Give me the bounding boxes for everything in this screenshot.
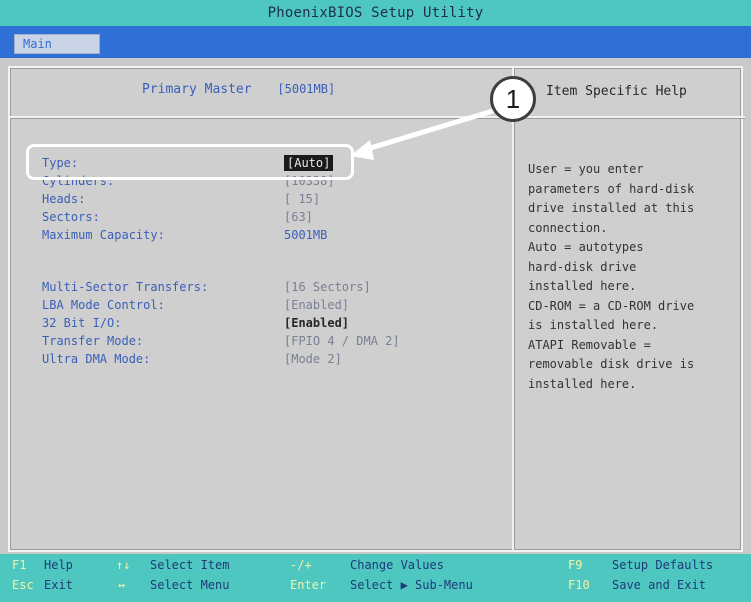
key-f9-label: Setup Defaults [612, 558, 714, 572]
field-heads-label: Heads: [42, 192, 86, 206]
key-enter-label: Select ▶ Sub-Menu [350, 578, 473, 592]
key-leftright: ↔ [118, 578, 126, 592]
key-legend-footer: F1 Help ↑↓ Select Item -/+ Change Values… [0, 554, 751, 602]
help-title: Item Specific Help [546, 84, 687, 99]
field-ultra-dma-label: Ultra DMA Mode: [42, 352, 151, 366]
help-line: CD-ROM = a CD-ROM drive [528, 298, 695, 313]
key-esc-label: Exit [44, 578, 73, 592]
key-f10-label: Save and Exit [612, 578, 706, 592]
help-line: drive installed at this [528, 201, 695, 215]
help-line: removable disk drive is [528, 357, 695, 371]
field-sectors-value[interactable]: [63] [284, 210, 313, 224]
field-heads-value[interactable]: [ 15] [284, 192, 320, 206]
help-line: ATAPI Removable = [528, 337, 651, 352]
help-line: Auto = autotypes [528, 240, 644, 254]
help-line: User = you enter [528, 162, 644, 176]
field-32bit-io-value[interactable]: [Enabled] [284, 316, 349, 330]
key-esc: Esc [12, 578, 34, 592]
field-ultra-dma-value[interactable]: [Mode 2] [284, 352, 342, 366]
field-multi-sector-label: Multi-Sector Transfers: [42, 280, 209, 294]
help-text: User = you enter parameters of hard-disk… [528, 160, 694, 394]
key-enter: Enter [290, 578, 327, 592]
key-plusminus-label: Change Values [350, 558, 444, 572]
help-line: connection. [528, 220, 608, 235]
key-f9: F9 [568, 558, 583, 572]
field-transfer-mode-label: Transfer Mode: [42, 334, 144, 348]
primary-master-header: Primary Master [5001MB] [142, 82, 335, 97]
field-max-capacity-value: 5001MB [284, 228, 328, 242]
key-f1-label: Help [44, 558, 73, 572]
help-line: installed here. [528, 376, 637, 391]
field-sectors-label: Sectors: [42, 210, 100, 224]
key-leftright-label: Select Menu [150, 578, 230, 592]
help-line: installed here. [528, 279, 637, 293]
key-updown-label: Select Item [150, 558, 230, 572]
callout-number: 1 [505, 83, 521, 114]
window-title: PhoenixBIOS Setup Utility [267, 5, 484, 21]
help-line: hard-disk drive [528, 259, 637, 274]
field-max-capacity-label: Maximum Capacity: [42, 228, 165, 242]
menu-bar: Main [0, 26, 751, 58]
title-bar: PhoenixBIOS Setup Utility [0, 0, 751, 26]
field-32bit-io-label: 32 Bit I/O: [42, 316, 122, 330]
field-transfer-mode-value[interactable]: [FPIO 4 / DMA 2] [284, 334, 400, 348]
field-multi-sector-value[interactable]: [16 Sectors] [284, 280, 371, 294]
key-f10: F10 [568, 578, 590, 592]
field-lba-mode-label: LBA Mode Control: [42, 298, 165, 312]
footer-row: F1 Help ↑↓ Select Item -/+ Change Values… [0, 558, 751, 578]
key-updown: ↑↓ [116, 558, 131, 572]
menu-tab-main[interactable]: Main [14, 34, 100, 54]
field-lba-mode-value[interactable]: [Enabled] [284, 298, 349, 312]
type-highlight-box [26, 144, 354, 180]
callout-number-circle: 1 [490, 76, 536, 122]
setup-panel: Primary Master [5001MB] Item Specific He… [8, 66, 745, 552]
panel-divider-vertical [512, 68, 514, 550]
footer-row: Esc Exit ↔ Select Menu Enter Select ▶ Su… [0, 578, 751, 598]
key-plusminus: -/+ [290, 558, 312, 572]
key-f1: F1 [12, 558, 27, 572]
help-line: parameters of hard-disk [528, 181, 695, 196]
primary-master-value: [5001MB] [277, 82, 336, 96]
panel-divider-right [514, 116, 745, 118]
panel-divider-left [10, 116, 512, 118]
help-line: is installed here. [528, 318, 659, 332]
primary-master-label: Primary Master [142, 82, 252, 97]
